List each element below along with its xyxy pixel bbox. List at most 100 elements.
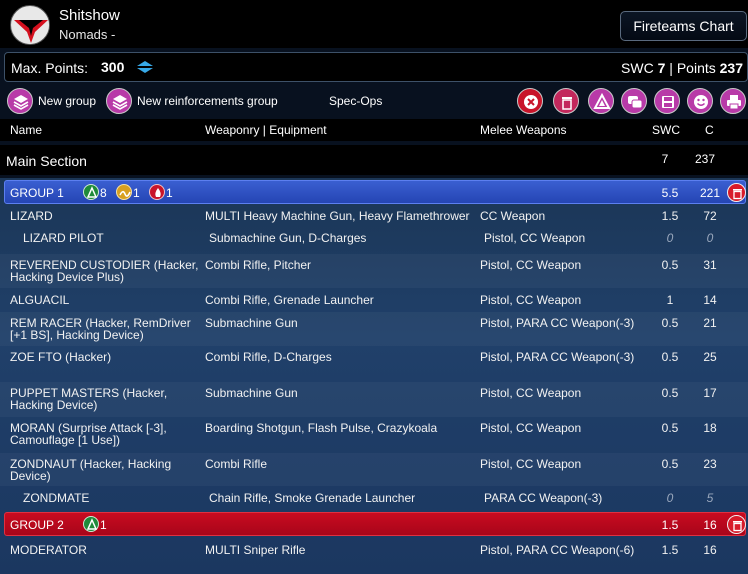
unit-cost: 25 (703, 350, 717, 364)
col-name: Name (10, 123, 43, 137)
group-points: 221 (699, 186, 721, 200)
unit-melee: Pistol, CC Weapon (480, 421, 582, 435)
unit-list: GROUP 1 8 1 1 5.5 221 LIZARD MULTI Heavy… (0, 178, 748, 574)
unit-weapons: Submachine Gun (205, 386, 298, 400)
points-bar: Max. Points: 300 SWC 7 | Points 237 (4, 52, 748, 82)
list-item[interactable]: ZONDNAUT (Hacker, Hacking Device) Combi … (0, 453, 748, 486)
list-item[interactable]: MODERATOR MULTI Sniper Rifle Pistol, PAR… (0, 538, 748, 574)
column-headers: Name Weaponry | Equipment Melee Weapons … (0, 119, 748, 141)
main-section-header: Main Section 7 237 (0, 145, 748, 175)
unit-swc: 1 (666, 293, 674, 307)
unit-weapons: Combi Rifle, D-Charges (205, 350, 332, 364)
new-reinforcements-button[interactable]: New reinforcements group (137, 94, 278, 108)
list-item[interactable]: REM RACER (Hacker, RemDriver [+1 BS], Ha… (0, 312, 748, 346)
unit-swc: 0 (666, 231, 674, 245)
unit-cost: 14 (703, 293, 717, 307)
list-item[interactable]: ZOE FTO (Hacker) Combi Rifle, D-Charges … (0, 346, 748, 382)
new-group-icon[interactable] (7, 88, 33, 114)
unit-cost: 23 (703, 457, 717, 471)
regular-order-count: 8 (100, 186, 107, 200)
main-section-points: 237 (694, 152, 716, 166)
toolbar: New group New reinforcements group Spec-… (0, 84, 748, 118)
chat-icon[interactable] (621, 88, 647, 114)
unit-cost: 16 (703, 543, 717, 557)
army-faction: Nomads - (59, 27, 116, 42)
unit-cost: 17 (703, 386, 717, 400)
group-header[interactable]: GROUP 1 8 1 1 5.5 221 (4, 180, 746, 204)
print-icon[interactable] (720, 88, 746, 114)
max-points-label: Max. Points: (11, 60, 89, 76)
unit-name: LIZARD PILOT (23, 231, 104, 245)
col-weaponry: Weaponry | Equipment (205, 123, 327, 137)
unit-swc: 1.5 (661, 543, 679, 557)
nomads-logo-icon (10, 5, 50, 45)
unit-name: MORAN (Surprise Attack [-3], Camouflage … (10, 421, 167, 447)
smiley-icon[interactable] (687, 88, 713, 114)
separator: | (669, 60, 673, 76)
unit-melee: Pistol, PARA CC Weapon(-6) (480, 543, 635, 557)
list-item[interactable]: LIZARD MULTI Heavy Machine Gun, Heavy Fl… (0, 206, 748, 230)
trash-icon[interactable] (553, 88, 579, 114)
col-cost: C (705, 123, 714, 137)
unit-melee: PARA CC Weapon(-3) (484, 491, 603, 505)
unit-melee: Pistol, PARA CC Weapon(-3) (480, 350, 635, 364)
list-item[interactable]: REVEREND CUSTODIER (Hacker, Hacking Devi… (0, 254, 748, 288)
trash-icon[interactable] (727, 515, 746, 534)
unit-name: ZONDNAUT (Hacker, Hacking Device) (10, 457, 172, 483)
main-section-swc: 7 (661, 152, 669, 166)
fireteams-chart-button[interactable]: Fireteams Chart (620, 11, 747, 41)
unit-name: PUPPET MASTERS (Hacker, Hacking Device) (10, 386, 168, 412)
main-section-title: Main Section (6, 153, 87, 169)
unit-melee: Pistol, CC Weapon (484, 231, 586, 245)
group-swc: 1.5 (661, 518, 679, 532)
list-item[interactable]: PUPPET MASTERS (Hacker, Hacking Device) … (0, 382, 748, 417)
unit-weapons: Submachine Gun, D-Charges (209, 231, 367, 245)
unit-cost: 18 (703, 421, 717, 435)
spec-ops-icon[interactable] (588, 88, 614, 114)
unit-weapons: MULTI Sniper Rifle (205, 543, 306, 557)
unit-weapons: Combi Rifle (205, 457, 268, 471)
unit-cost: 21 (703, 316, 717, 330)
unit-weapons: Submachine Gun (205, 316, 298, 330)
unit-name: REM RACER (Hacker, RemDriver [+1 BS], Ha… (10, 316, 191, 342)
unit-weapons: Boarding Shotgun, Flash Pulse, Crazykoal… (205, 421, 438, 435)
list-item[interactable]: MORAN (Surprise Attack [-3], Camouflage … (0, 417, 748, 453)
unit-cost: 31 (703, 258, 717, 272)
unit-swc: 0.5 (661, 350, 679, 364)
list-item[interactable]: LIZARD PILOT Submachine Gun, D-Charges P… (0, 230, 748, 254)
list-item[interactable]: ALGUACIL Combi Rifle, Grenade Launcher P… (0, 288, 748, 312)
points-label: Points (676, 60, 716, 76)
col-melee: Melee Weapons (480, 123, 567, 137)
order-irregular-icon (116, 184, 132, 200)
swc-points-total: SWC 7 | Points 237 (621, 60, 743, 76)
unit-swc: 0 (666, 491, 674, 505)
regular-order-count: 1 (100, 518, 107, 532)
new-reinforcements-icon[interactable] (106, 88, 132, 114)
delete-list-icon[interactable] (517, 88, 543, 114)
unit-weapons: Combi Rifle, Grenade Launcher (205, 293, 374, 307)
army-header: Shitshow Nomads - Fireteams Chart (0, 0, 748, 48)
swc-label: SWC (621, 60, 654, 76)
unit-melee: Pistol, CC Weapon (480, 258, 582, 272)
unit-melee: Pistol, CC Weapon (480, 293, 582, 307)
unit-swc: 0.5 (661, 386, 679, 400)
new-group-button[interactable]: New group (38, 94, 96, 108)
max-points-value[interactable]: 300 (101, 59, 124, 75)
group-header[interactable]: GROUP 2 1 1.5 16 (4, 512, 746, 536)
unit-name: ALGUACIL (10, 293, 70, 307)
unit-melee: Pistol, CC Weapon (480, 457, 582, 471)
unit-weapons: MULTI Heavy Machine Gun, Heavy Flamethro… (205, 209, 470, 223)
army-name: Shitshow (59, 7, 120, 24)
unit-melee: Pistol, PARA CC Weapon(-3) (480, 316, 635, 330)
list-item[interactable]: ZONDMATE Chain Rifle, Smoke Grenade Laun… (0, 486, 748, 512)
spinner-arrows-icon[interactable] (135, 59, 155, 75)
group-name: GROUP 2 (10, 518, 64, 532)
unit-melee: Pistol, CC Weapon (480, 386, 582, 400)
unit-swc: 0.5 (661, 258, 679, 272)
unit-weapons: Combi Rifle, Pitcher (205, 258, 312, 272)
spec-ops-button[interactable]: Spec-Ops (329, 94, 382, 108)
unit-cost: 5 (706, 491, 714, 505)
trash-icon[interactable] (727, 183, 746, 202)
order-regular-icon (83, 184, 99, 200)
save-icon[interactable] (654, 88, 680, 114)
